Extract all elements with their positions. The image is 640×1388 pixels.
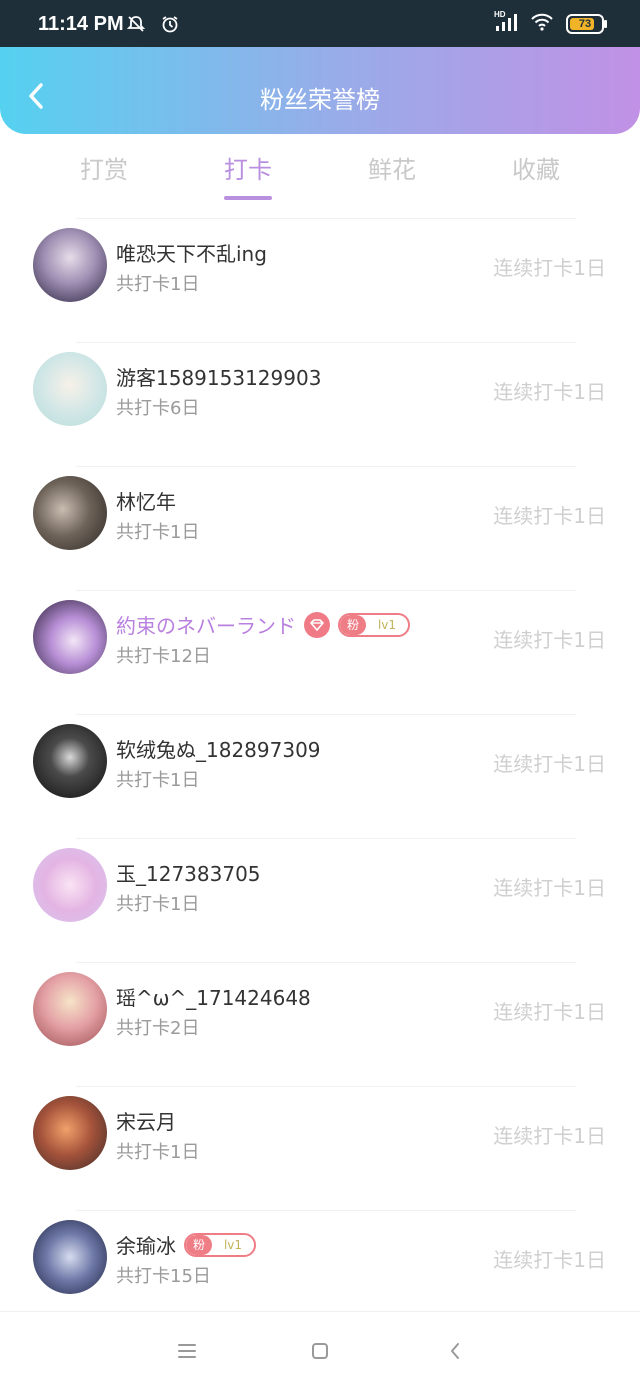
list-item[interactable]: 瑶^ω^_171424648 共打卡2日 连续打卡1日: [0, 962, 640, 1086]
streak-label: 连续打卡1日: [493, 1124, 606, 1148]
signal-icon: HD: [494, 10, 518, 36]
active-tab-indicator: [224, 196, 272, 200]
tab-checkin[interactable]: 打卡: [176, 150, 320, 185]
avatar[interactable]: [33, 1096, 107, 1170]
avatar[interactable]: [33, 724, 107, 798]
status-bar: 11:14 PM HD 73: [0, 0, 640, 47]
alarm-icon: [160, 14, 180, 38]
total-checkins: 共打卡15日: [116, 1266, 211, 1287]
status-time: 11:14 PM: [38, 13, 124, 35]
list-item[interactable]: 软绒兔ぬ_182897309 共打卡1日 连续打卡1日: [0, 714, 640, 838]
streak-label: 连续打卡1日: [493, 1000, 606, 1024]
tab-tips[interactable]: 打赏: [32, 150, 176, 185]
user-name: 玉_127383705: [116, 862, 261, 886]
user-name: 唯恐天下不乱ing: [116, 242, 267, 266]
diamond-icon: [304, 611, 330, 638]
avatar[interactable]: [33, 476, 107, 550]
total-checkins: 共打卡2日: [116, 1018, 200, 1039]
back-triangle-icon: [451, 1343, 459, 1359]
streak-label: 连续打卡1日: [493, 752, 606, 776]
menu-icon: [178, 1344, 196, 1358]
total-checkins: 共打卡1日: [116, 894, 200, 915]
user-name: 余瑜冰: [116, 1234, 176, 1258]
battery-icon: 73: [566, 14, 607, 34]
user-name: 宋云月: [116, 1110, 176, 1134]
system-nav-bar: [0, 1311, 640, 1388]
streak-label: 连续打卡1日: [493, 1248, 606, 1272]
wifi-icon: [530, 12, 554, 36]
avatar[interactable]: [33, 972, 107, 1046]
fan-badge-level: lv1: [223, 1237, 243, 1252]
tab-bar: 打赏 打卡 鲜花 收藏: [0, 134, 640, 214]
fan-badge-key: 粉: [340, 614, 366, 635]
user-name: 软绒兔ぬ_182897309: [116, 738, 321, 762]
tab-favorites[interactable]: 收藏: [464, 150, 608, 185]
streak-label: 连续打卡1日: [493, 504, 606, 528]
streak-label: 连续打卡1日: [493, 628, 606, 652]
battery-level: 73: [578, 18, 592, 30]
list-item[interactable]: 唯恐天下不乱ing 共打卡1日 连续打卡1日: [0, 218, 640, 342]
list-item[interactable]: 玉_127383705 共打卡1日 连续打卡1日: [0, 838, 640, 962]
fan-level-badge: 粉 lv1: [184, 1232, 256, 1257]
tab-flowers[interactable]: 鲜花: [320, 150, 464, 185]
list-item[interactable]: 宋云月 共打卡1日 连续打卡1日: [0, 1086, 640, 1210]
total-checkins: 共打卡12日: [116, 646, 211, 667]
list-item[interactable]: 游客1589153129903 共打卡6日 连续打卡1日: [0, 342, 640, 466]
avatar[interactable]: [33, 600, 107, 674]
avatar[interactable]: [33, 1220, 107, 1294]
total-checkins: 共打卡1日: [116, 770, 200, 791]
user-name: 瑶^ω^_171424648: [116, 986, 311, 1010]
home-square-icon: [312, 1343, 328, 1359]
mute-icon: [126, 14, 146, 38]
total-checkins: 共打卡1日: [116, 1142, 200, 1163]
network-label: HD: [494, 10, 506, 19]
total-checkins: 共打卡1日: [116, 274, 200, 295]
streak-label: 连续打卡1日: [493, 380, 606, 404]
back-nav-button[interactable]: [440, 1338, 470, 1364]
avatar[interactable]: [33, 352, 107, 426]
fan-level-badge: 粉 lv1: [338, 612, 410, 637]
streak-label: 连续打卡1日: [493, 876, 606, 900]
fan-badge-level: lv1: [377, 617, 397, 632]
user-name: 約束のネバーランド: [116, 614, 296, 638]
page-title: 粉丝荣誉榜: [260, 86, 380, 114]
user-name: 游客1589153129903: [116, 366, 322, 390]
avatar[interactable]: [33, 228, 107, 302]
total-checkins: 共打卡1日: [116, 522, 200, 543]
list-item[interactable]: 林忆年 共打卡1日 连续打卡1日: [0, 466, 640, 590]
home-button[interactable]: [305, 1338, 335, 1364]
menu-button[interactable]: [172, 1338, 202, 1364]
streak-label: 连续打卡1日: [493, 256, 606, 280]
total-checkins: 共打卡6日: [116, 398, 200, 419]
avatar[interactable]: [33, 848, 107, 922]
fan-badge-key: 粉: [186, 1234, 212, 1255]
list-item[interactable]: 約束のネバーランド 粉 lv1 共打卡12日 连续打卡1日: [0, 590, 640, 714]
user-name: 林忆年: [116, 490, 176, 514]
